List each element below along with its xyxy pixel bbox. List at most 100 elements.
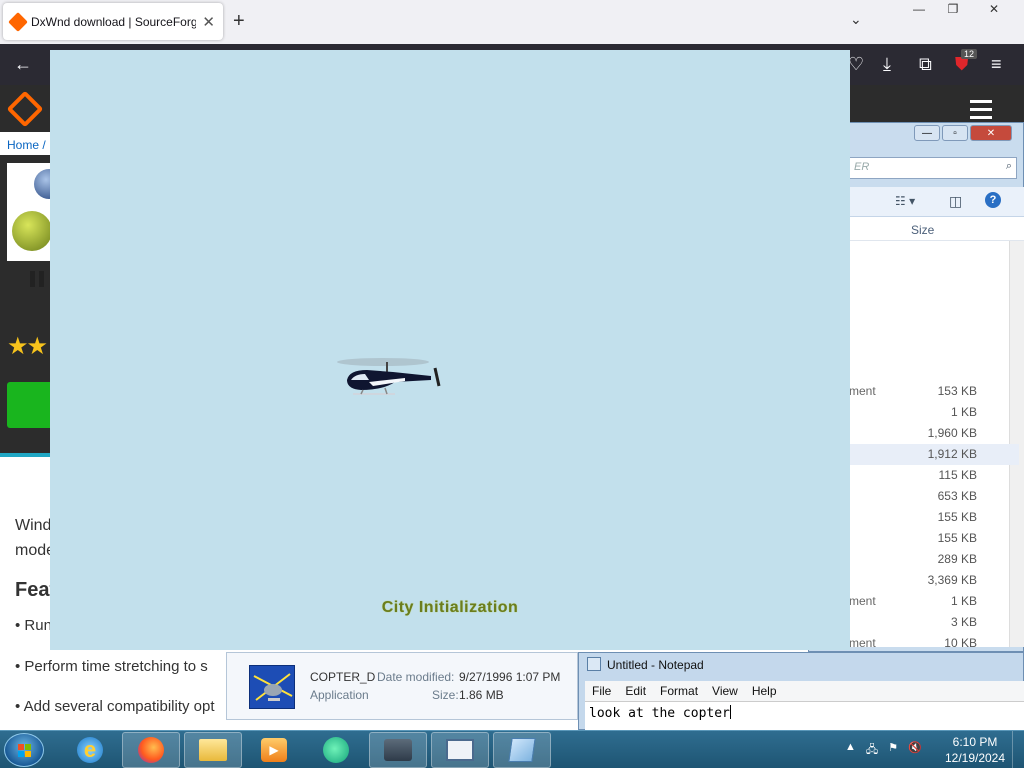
- taskbar-internet-explorer[interactable]: e: [61, 732, 119, 768]
- list-tabs-chevron-icon[interactable]: ⌄: [850, 11, 862, 28]
- dxwnd-icon: [384, 739, 412, 761]
- feature-bullet-2: • Perform time stretching to s: [15, 658, 208, 675]
- app-window-icon: [446, 739, 474, 761]
- project-logo: [7, 163, 64, 287]
- folder-icon: [199, 739, 227, 761]
- notepad-text-area[interactable]: look at the copter: [585, 701, 1024, 731]
- table-row[interactable]: 1 KB: [849, 402, 1019, 423]
- file-size-cell: 10 KB: [944, 636, 977, 650]
- tab-sourceforge[interactable]: DxWnd download | SourceForge ✕: [3, 3, 223, 40]
- addon-badge: 12: [961, 49, 978, 59]
- menu-item-view[interactable]: View: [705, 681, 745, 701]
- start-button[interactable]: [4, 733, 44, 767]
- menu-item-help[interactable]: Help: [745, 681, 784, 701]
- file-size-cell: 3 KB: [950, 615, 977, 629]
- file-size-cell: 1 KB: [950, 594, 977, 608]
- table-row[interactable]: 3 KB: [849, 612, 1019, 633]
- description-line-1: Wind: [15, 517, 52, 534]
- table-row[interactable]: 3,369 KB: [849, 570, 1019, 591]
- rating-stars-icon: ★★: [7, 333, 48, 360]
- explorer-search-input[interactable]: ER ⌕: [849, 157, 1017, 179]
- table-row[interactable]: ment 10 KB: [849, 633, 1019, 654]
- taskbar-media-player[interactable]: ▶: [245, 732, 303, 768]
- tab-close-icon[interactable]: ✕: [202, 13, 215, 31]
- table-row[interactable]: 289 KB: [849, 549, 1019, 570]
- system-tray: ▲ 🖧 ⚑ 🔇: [845, 741, 922, 760]
- notepad-taskbar-icon: [508, 738, 536, 762]
- explorer-toolbar: ☷ ▾ ◫ ?: [849, 187, 1024, 217]
- search-icon: ⌕: [1005, 160, 1012, 172]
- volume-muted-icon[interactable]: 🔇: [908, 741, 922, 760]
- file-size-cell: 115 KB: [938, 468, 977, 482]
- show-desktop-button[interactable]: [1012, 731, 1024, 768]
- table-row[interactable]: 1,912 KB: [849, 444, 1019, 465]
- show-hidden-icons-icon[interactable]: ▲: [845, 741, 856, 760]
- copter-app-icon: [249, 665, 295, 709]
- notepad-text: look at the copter: [589, 706, 730, 721]
- taskbar-app-window[interactable]: [431, 732, 489, 768]
- file-type: Application: [310, 688, 369, 702]
- media-player-icon: ▶: [261, 738, 287, 762]
- table-row[interactable]: 1,960 KB: [849, 423, 1019, 444]
- explorer-close-button[interactable]: ✕: [970, 125, 1012, 141]
- taskbar-dxwnd[interactable]: [369, 732, 427, 768]
- game-window[interactable]: City Initialization: [50, 50, 850, 650]
- table-row[interactable]: 653 KB: [849, 486, 1019, 507]
- clock-date: 12/19/2024: [944, 751, 1006, 765]
- size-value: 1.86 MB: [459, 688, 504, 702]
- menu-item-format[interactable]: Format: [653, 681, 705, 701]
- view-options-icon[interactable]: ☷ ▾: [895, 194, 915, 208]
- hamburger-menu-icon[interactable]: [970, 100, 992, 124]
- taskbar-app-green[interactable]: [307, 732, 365, 768]
- network-icon[interactable]: 🖧: [866, 741, 878, 760]
- breadcrumb[interactable]: Home /: [7, 138, 46, 152]
- back-arrow-icon[interactable]: ←: [14, 53, 32, 75]
- table-row[interactable]: 155 KB: [849, 528, 1019, 549]
- file-size-cell: 1,912 KB: [927, 447, 977, 461]
- action-center-flag-icon[interactable]: ⚑: [888, 741, 898, 760]
- minimize-button[interactable]: —: [902, 0, 936, 18]
- search-placeholder: ER: [854, 161, 870, 173]
- pocket-icon[interactable]: ♡: [848, 53, 864, 75]
- firefox-icon: [138, 737, 164, 763]
- clock[interactable]: 6:10 PM 12/19/2024: [940, 734, 1010, 766]
- file-size-cell: 3,369 KB: [927, 573, 977, 587]
- extensions-icon[interactable]: ⧉: [919, 53, 932, 75]
- help-icon[interactable]: ?: [985, 192, 1001, 208]
- internet-explorer-icon: e: [77, 737, 103, 763]
- window-controls: — ❐ ✕: [902, 0, 1018, 18]
- menu-item-file[interactable]: File: [585, 681, 618, 701]
- date-modified-label: Date modified:: [377, 670, 455, 684]
- table-row[interactable]: 115 KB: [849, 465, 1019, 486]
- menu-item-edit[interactable]: Edit: [618, 681, 653, 701]
- downloads-icon[interactable]: ⤓: [883, 53, 891, 75]
- notepad-icon: [587, 657, 601, 671]
- file-type-cell: ment: [849, 636, 876, 650]
- tab-title: DxWnd download | SourceForge: [31, 14, 197, 29]
- preview-pane-icon[interactable]: ◫: [949, 193, 962, 210]
- feature-bullet-3: • Add several compatibility opt: [15, 698, 215, 715]
- table-row[interactable]: ment 153 KB: [849, 381, 1019, 402]
- close-button[interactable]: ✕: [970, 0, 1018, 18]
- table-row[interactable]: 155 KB: [849, 507, 1019, 528]
- notepad-window: Untitled - Notepad File Edit Format View Hel…: [578, 652, 1024, 731]
- restore-button[interactable]: ❐: [936, 0, 970, 18]
- explorer-minimize-button[interactable]: —: [914, 125, 940, 141]
- taskbar-firefox[interactable]: [122, 732, 180, 768]
- feature-bullet-1: • Run: [15, 617, 52, 634]
- sourceforge-logo-icon[interactable]: [6, 90, 44, 128]
- taskbar-file-explorer[interactable]: [184, 732, 242, 768]
- file-size-cell: 653 KB: [937, 489, 977, 503]
- file-details-panel: COPTER_D Application Date modified: 9/27…: [226, 652, 578, 720]
- taskbar-notepad[interactable]: [493, 732, 551, 768]
- new-tab-button[interactable]: +: [233, 10, 245, 33]
- notepad-menu-bar: File Edit Format View Help: [585, 681, 1024, 701]
- explorer-maximize-button[interactable]: ▫: [942, 125, 968, 141]
- clock-time: 6:10 PM: [952, 735, 998, 749]
- tab-strip: DxWnd download | SourceForge ✕ + ⌄ — ❐ ✕: [0, 0, 1024, 44]
- file-name: COPTER_D: [310, 670, 376, 684]
- size-column-header[interactable]: Size: [849, 217, 1024, 241]
- table-row[interactable]: ment 1 KB: [849, 591, 1019, 612]
- explorer-window-controls: — ▫ ✕: [914, 125, 1012, 141]
- menu-icon[interactable]: ≡: [991, 53, 1002, 75]
